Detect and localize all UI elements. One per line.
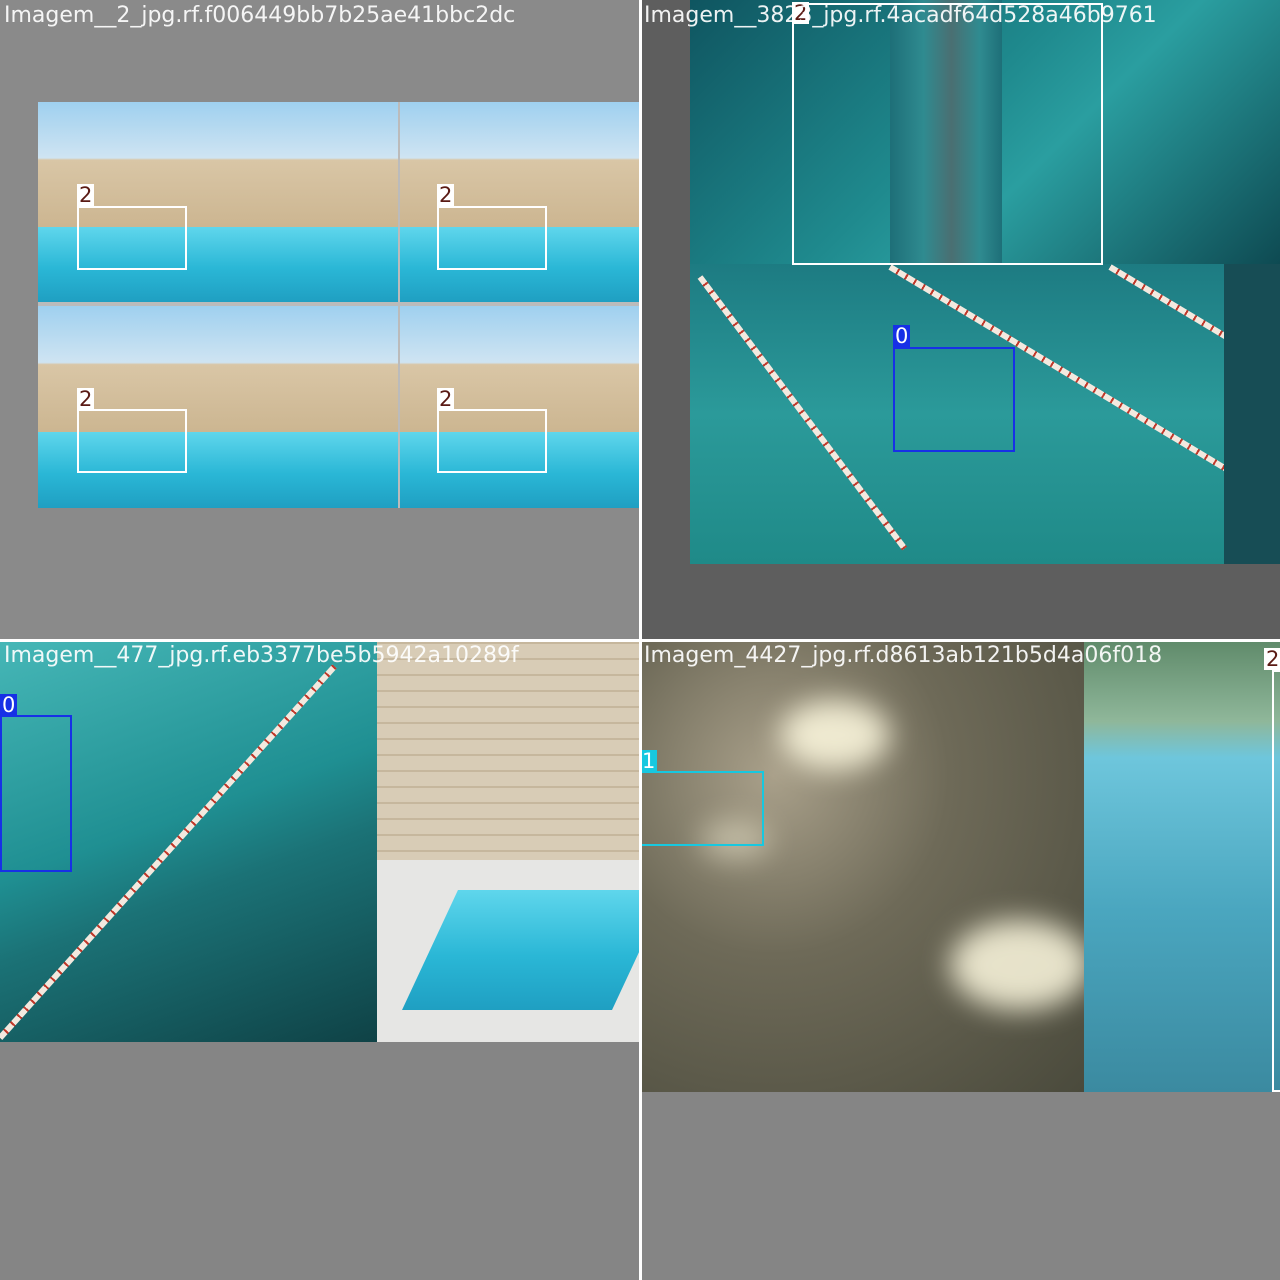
detection-box bbox=[1272, 670, 1280, 1092]
detection-box bbox=[0, 715, 72, 872]
sun-reflection bbox=[780, 700, 890, 770]
detection-box bbox=[77, 206, 187, 270]
detection-box bbox=[893, 347, 1015, 452]
mosaic-divider-horizontal bbox=[0, 639, 1280, 642]
detection-label: 0 bbox=[0, 693, 18, 717]
sun-reflection bbox=[950, 920, 1084, 1010]
pool-edge-strip bbox=[1224, 264, 1280, 564]
mosaic-tile-1: Imagem__2_jpg.rf.f006449bb7b25ae41bbc2dc… bbox=[0, 0, 640, 640]
detection-box bbox=[77, 409, 187, 473]
detection-label: 2 bbox=[437, 183, 455, 207]
detection-label: 2 bbox=[77, 183, 95, 207]
detection-label: 2 bbox=[437, 387, 455, 411]
detection-box bbox=[437, 206, 547, 270]
mosaic-tile-3: Imagem__477_jpg.rf.eb3377be5b5942a10289f… bbox=[0, 640, 640, 1280]
blurred-swimmer-photo bbox=[1084, 640, 1280, 1092]
tile-caption: Imagem_4427_jpg.rf.d8613ab121b5d4a06f018 bbox=[644, 643, 1163, 668]
tile-caption: Imagem__477_jpg.rf.eb3377be5b5942a10289f bbox=[4, 643, 519, 668]
lane-rope bbox=[697, 275, 908, 551]
detection-box bbox=[437, 409, 547, 473]
lane-rope bbox=[1108, 264, 1224, 352]
detection-label: 1 bbox=[640, 749, 658, 773]
detection-label: 2 bbox=[1264, 647, 1280, 671]
detection-label: 2 bbox=[77, 387, 95, 411]
detection-label: 0 bbox=[893, 324, 911, 348]
open-water-photo bbox=[640, 640, 1084, 1092]
detection-box bbox=[792, 3, 1103, 265]
tile-caption: Imagem__3823_jpg.rf.4acadf64d528a46b9761 bbox=[644, 3, 1157, 28]
detection-box bbox=[640, 771, 764, 846]
tile-caption: Imagem__2_jpg.rf.f006449bb7b25ae41bbc2dc bbox=[4, 3, 516, 28]
mosaic-tile-2: Imagem__3823_jpg.rf.4acadf64d528a46b9761… bbox=[640, 0, 1280, 640]
mosaic-tile-4: Imagem_4427_jpg.rf.d8613ab121b5d4a06f018… bbox=[640, 640, 1280, 1280]
